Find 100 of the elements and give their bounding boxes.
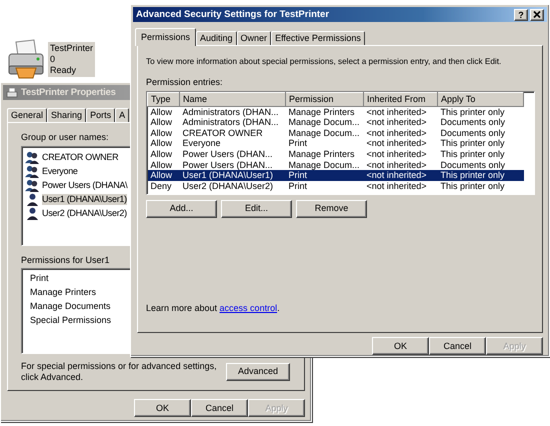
table-cell-text: Manage Docum... bbox=[288, 128, 361, 138]
list-item[interactable]: CREATOR OWNER bbox=[42, 152, 118, 164]
table-cell-text: Allow bbox=[150, 117, 174, 128]
help-button[interactable]: ? bbox=[514, 8, 528, 20]
field-label: Permissions for User1 bbox=[21, 254, 110, 266]
dialog-button[interactable]: OK bbox=[372, 337, 429, 355]
entry-button[interactable]: Remove bbox=[296, 200, 367, 218]
user-icon bbox=[25, 207, 40, 220]
table-cell-text: Documents only bbox=[440, 128, 506, 138]
table-cell-text: Allow bbox=[150, 149, 174, 160]
printer-name: TestPrinter bbox=[50, 43, 94, 54]
table-row[interactable]: Allow User1 (DHANA\User1) Print <not inherited> This printer only bbox=[148, 170, 524, 181]
close-icon bbox=[533, 11, 541, 18]
users-icon bbox=[25, 165, 40, 178]
users-icon bbox=[25, 179, 40, 192]
tab[interactable]: Sharing bbox=[47, 108, 86, 122]
table-row[interactable]: Allow Everyone Print <not inherited> This printer only bbox=[148, 138, 524, 150]
column-header[interactable]: Name bbox=[180, 92, 286, 106]
table-row[interactable]: Allow Administrators (DHAN... Manage Printers <not inherited> This printer only bbox=[148, 106, 524, 118]
advanced-button[interactable]: Advanced bbox=[226, 362, 290, 381]
dialog-button[interactable]: Cancel bbox=[191, 399, 248, 417]
table-row[interactable]: Allow Power Users (DHAN... Manage Docum... <not inherited> Documents only bbox=[148, 160, 524, 170]
close-button[interactable] bbox=[530, 8, 544, 20]
table-cell: Deny bbox=[148, 180, 180, 192]
table-cell: Allow bbox=[148, 160, 180, 170]
permission-item: Manage Printers bbox=[30, 286, 96, 299]
table-row[interactable]: Allow Administrators (DHAN... Manage Docum... <not inherited> Documents only bbox=[148, 117, 524, 128]
list-item[interactable]: Everyone bbox=[42, 166, 78, 178]
list-item[interactable]: User1 (DHANA\User1) bbox=[42, 194, 127, 206]
printer-status: Ready bbox=[50, 65, 76, 76]
table-cell-text: This printer only bbox=[440, 138, 506, 150]
tab[interactable]: General bbox=[7, 108, 48, 122]
tab[interactable]: Owner bbox=[236, 31, 272, 45]
user-icon bbox=[25, 193, 40, 206]
permission-item: Special Permissions bbox=[30, 314, 112, 327]
table-cell: This printer only bbox=[438, 170, 524, 181]
advanced-note: For special permissions or for advanced settings, click Advanced. bbox=[21, 360, 218, 383]
table-cell: Print bbox=[286, 170, 364, 181]
table-cell-text: <not inherited> bbox=[366, 117, 428, 128]
table-row[interactable]: Deny User2 (DHANA\User2) Print <not inherited> This printer only bbox=[148, 180, 524, 192]
table-cell-text: Documents only bbox=[440, 117, 506, 128]
table-cell: <not inherited> bbox=[364, 180, 438, 192]
permission-item: Print bbox=[30, 272, 49, 285]
table-cell: Administrators (DHAN... bbox=[180, 106, 286, 118]
table-cell-text: Manage Printers bbox=[288, 149, 356, 160]
table-cell: Manage Docum... bbox=[286, 160, 364, 170]
window-title: TestPrinter Properties bbox=[21, 86, 116, 98]
table-cell-text: Manage Docum... bbox=[288, 117, 361, 128]
tab[interactable]: Auditing bbox=[196, 31, 237, 45]
tab[interactable]: A bbox=[115, 108, 130, 122]
tab[interactable]: Ports bbox=[86, 108, 116, 122]
table-cell: This printer only bbox=[438, 180, 524, 192]
column-header[interactable]: Apply To bbox=[438, 92, 524, 106]
table-cell: <not inherited> bbox=[364, 106, 438, 118]
table-cell-text: Allow bbox=[150, 138, 174, 150]
table-cell-text: Administrators (DHAN... bbox=[182, 117, 280, 128]
table-cell-text: CREATOR OWNER bbox=[182, 128, 264, 138]
table-row[interactable]: Allow Power Users (DHAN... Manage Printers <not inherited> This printer only bbox=[148, 149, 524, 160]
table-cell: Allow bbox=[148, 106, 180, 118]
entry-button[interactable]: Add... bbox=[146, 200, 217, 218]
dialog-button[interactable]: Cancel bbox=[429, 337, 486, 355]
printer-icon[interactable] bbox=[6, 38, 46, 80]
table-cell-text: Print bbox=[288, 138, 308, 150]
dialog-button[interactable]: OK bbox=[134, 399, 191, 417]
table-cell-text: <not inherited> bbox=[366, 149, 428, 160]
field-label: Group or user names: bbox=[21, 132, 109, 143]
access-control-link[interactable]: access control bbox=[220, 302, 278, 313]
window-title: Advanced Security Settings for TestPrinter bbox=[136, 8, 330, 20]
printer-icon bbox=[6, 86, 18, 98]
table-cell-text: <not inherited> bbox=[366, 128, 428, 138]
table-cell-text: Everyone bbox=[182, 138, 222, 150]
table-cell-text: Allow bbox=[150, 128, 174, 138]
tab[interactable]: Effective Permissions bbox=[271, 31, 365, 45]
permission-item: Manage Documents bbox=[30, 300, 111, 313]
list-item[interactable]: Power Users (DHANA\ bbox=[42, 180, 128, 192]
table-cell: This printer only bbox=[438, 106, 524, 118]
learn-more-text: Learn more about access control. bbox=[146, 302, 280, 314]
column-header[interactable]: Permission bbox=[286, 92, 364, 106]
table-cell: Power Users (DHAN... bbox=[180, 160, 286, 170]
table-cell-text: <not inherited> bbox=[366, 138, 428, 150]
table-cell: User1 (DHANA\User1) bbox=[180, 170, 286, 181]
instruction-text: To view more information about special permissions, select a permission entry, and then click Edit. bbox=[146, 57, 502, 67]
column-header[interactable]: Type bbox=[148, 92, 180, 106]
table-row[interactable]: Allow CREATOR OWNER Manage Docum... <not inherited> Documents only bbox=[148, 128, 524, 138]
tab[interactable]: Permissions bbox=[135, 28, 196, 46]
list-item[interactable]: User2 (DHANA\User2) bbox=[42, 208, 127, 220]
table-cell: User2 (DHANA\User2) bbox=[180, 180, 286, 192]
table-cell: <not inherited> bbox=[364, 170, 438, 181]
table-cell: Print bbox=[286, 180, 364, 192]
table-cell: Documents only bbox=[438, 160, 524, 170]
table-cell: Allow bbox=[148, 170, 180, 181]
table-cell: <not inherited> bbox=[364, 160, 438, 170]
table-cell-text: This printer only bbox=[440, 149, 506, 160]
field-label: Permission entries: bbox=[146, 76, 223, 88]
job-count: 0 bbox=[50, 54, 56, 65]
users-icon bbox=[25, 151, 40, 164]
table-cell: Manage Printers bbox=[286, 106, 364, 118]
column-header[interactable]: Inherited From bbox=[364, 92, 438, 106]
table-cell-text: Power Users (DHAN... bbox=[182, 149, 274, 160]
entry-button[interactable]: Edit... bbox=[221, 200, 292, 218]
